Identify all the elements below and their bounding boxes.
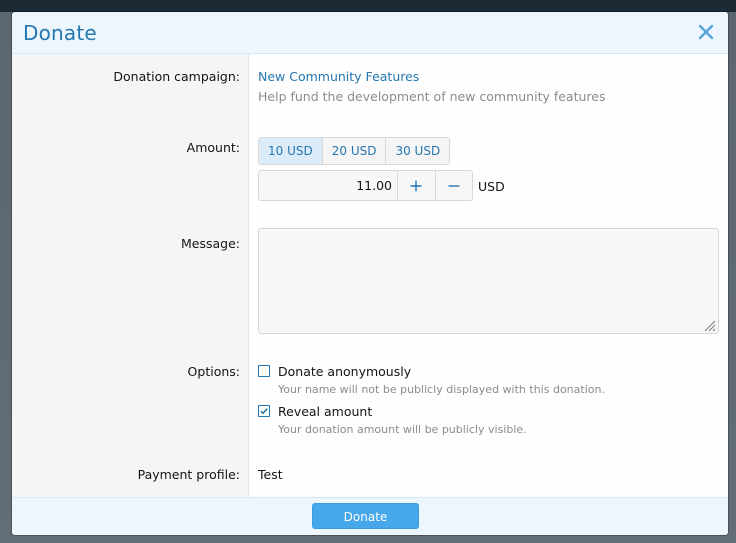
dialog-title: Donate — [23, 21, 97, 45]
amount-presets: 10 USD 20 USD 30 USD — [258, 137, 451, 165]
preset-10-usd[interactable]: 10 USD — [259, 138, 323, 164]
labels-column — [12, 54, 249, 497]
plus-icon — [410, 180, 422, 191]
close-icon[interactable] — [696, 22, 716, 42]
dialog-footer: Donate — [12, 497, 728, 535]
campaign-label: Donation campaign: — [113, 69, 240, 84]
decrement-button[interactable] — [434, 171, 472, 200]
donate-button[interactable]: Donate — [312, 503, 419, 529]
currency-label: USD — [478, 179, 505, 194]
reveal-amount-option-label[interactable]: Reveal amount — [278, 404, 372, 419]
increment-button[interactable] — [397, 171, 435, 200]
anonymous-option-label[interactable]: Donate anonymously — [278, 364, 411, 379]
donate-dialog: Donate Donation campaign: New Community … — [12, 12, 728, 535]
minus-icon — [448, 184, 460, 187]
dialog-header: Donate — [12, 12, 728, 54]
reveal-amount-option-hint: Your donation amount will be publicly vi… — [278, 423, 527, 436]
message-label: Message: — [181, 236, 240, 251]
campaign-link[interactable]: New Community Features — [258, 69, 419, 84]
campaign-description: Help fund the development of new communi… — [258, 89, 606, 104]
options-label: Options: — [187, 364, 240, 379]
payment-profile-value: Test — [258, 467, 283, 482]
checkmark-icon — [260, 408, 268, 415]
preset-20-usd[interactable]: 20 USD — [322, 138, 387, 164]
message-textarea[interactable] — [258, 228, 719, 334]
amount-input[interactable] — [259, 171, 397, 200]
amount-stepper — [258, 170, 473, 201]
amount-label: Amount: — [186, 140, 240, 155]
preset-30-usd[interactable]: 30 USD — [386, 138, 450, 164]
resize-grip-icon[interactable] — [702, 318, 716, 332]
reveal-amount-checkbox[interactable] — [258, 405, 270, 417]
anonymous-option-hint: Your name will not be publicly displayed… — [278, 383, 605, 396]
anonymous-checkbox[interactable] — [258, 365, 270, 377]
payment-profile-label: Payment profile: — [137, 467, 240, 482]
